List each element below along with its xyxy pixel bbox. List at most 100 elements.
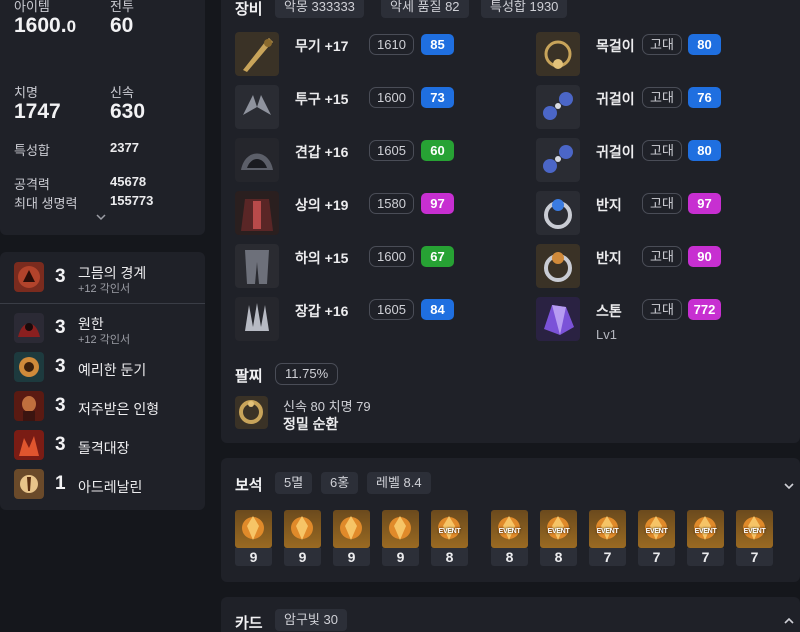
gem-icon: EVENT <box>540 510 577 548</box>
equipment-shoulder[interactable]: 견갑 +16 1605 60 <box>235 138 495 184</box>
character-profile: 아이템 1600.0 전투 60 치명 1747 신속 630 특성합 2377… <box>0 0 800 632</box>
engraving-item[interactable]: 3 예리한 둔기 <box>14 352 199 384</box>
engraving-level: 3 <box>55 356 66 377</box>
engraving-item[interactable]: 3 저주받은 인형 <box>14 391 199 423</box>
gem-level: 7 <box>736 548 773 566</box>
set-chip: 악몽 333333 <box>275 0 364 18</box>
necklace-icon <box>536 32 580 76</box>
engraving-item[interactable]: 3 원한 +12 각인서 <box>14 313 199 346</box>
quality-badge: 73 <box>421 87 454 108</box>
equipment-name: 스톤 <box>596 303 622 319</box>
equipment-gloves[interactable]: 장갑 +16 1605 84 <box>235 297 495 343</box>
equipment-weapon[interactable]: 무기 +17 1610 85 <box>235 32 495 78</box>
engraving-item[interactable]: 3 돌격대장 <box>14 430 199 462</box>
gems-title: 보석 <box>235 477 263 494</box>
gem-level-chip: 레벨 8.4 <box>367 472 431 494</box>
gem-item[interactable]: 9 <box>284 510 321 566</box>
equipment-grade: 고대 <box>642 34 682 55</box>
quality-badge: 97 <box>421 193 454 214</box>
cursed-doll-icon <box>14 391 44 421</box>
equipment-pants[interactable]: 하의 +15 1600 67 <box>235 244 495 290</box>
gem-event-label: EVENT <box>438 528 461 535</box>
gem-icon: EVENT <box>638 510 675 548</box>
keen-blunt-icon <box>14 352 44 382</box>
equipment-necklace[interactable]: 목걸이 고대 80 <box>536 32 796 78</box>
equipment-ring[interactable]: 반지 고대 97 <box>536 191 796 237</box>
gem-level: 7 <box>638 548 675 566</box>
gem-level: 8 <box>491 548 528 566</box>
engraving-item[interactable]: 1 아드레날린 <box>14 469 199 501</box>
gems-panel: 보석 5멸 6홍 레벨 8.4 9 9 9 9 EVENT 8 EVENT 8 EVENT 8 EV… <box>221 458 800 582</box>
equipment-name: 견갑 +16 <box>295 144 349 160</box>
gem-event-label: EVENT <box>596 528 619 535</box>
bracelet-icon <box>235 396 268 429</box>
equipment-ring[interactable]: 반지 고대 90 <box>536 244 796 290</box>
swift-label: 신속 <box>110 85 134 100</box>
equipment-stone[interactable]: 스톤 고대 772 Lv1 <box>536 297 796 343</box>
max-hp-value: 155773 <box>110 193 154 208</box>
gem-event-label: EVENT <box>498 528 521 535</box>
equipment-grade: 고대 <box>642 193 682 214</box>
gem-item[interactable]: EVENT 7 <box>638 510 675 566</box>
equipment-grade: 고대 <box>642 299 682 320</box>
gem-level: 7 <box>589 548 626 566</box>
attack-label: 공격력 <box>14 177 50 192</box>
gem-item[interactable]: EVENT 7 <box>589 510 626 566</box>
engravings-panel: 3 그믐의 경계 +12 각인서 3 원한 +12 각인서 3 예리한 둔기 3… <box>0 252 205 510</box>
gem-icon <box>333 510 370 548</box>
cards-collapse-chevron-icon[interactable] <box>783 615 795 627</box>
crit-label: 치명 <box>14 85 38 100</box>
equipment-name: 장갑 +16 <box>295 303 349 319</box>
gem-item[interactable]: 9 <box>333 510 370 566</box>
gem-event-label: EVENT <box>694 528 717 535</box>
engraving-book: +12 각인서 <box>78 334 131 346</box>
bracelet-title: 팔찌 <box>235 368 263 385</box>
weapon-icon <box>235 32 279 76</box>
gem-icon <box>235 510 272 548</box>
item-level-int: 1600. <box>14 14 67 37</box>
gem-item[interactable]: 9 <box>382 510 419 566</box>
gem-item[interactable]: EVENT 7 <box>736 510 773 566</box>
gem-event-label: EVENT <box>645 528 668 535</box>
equipment-earring[interactable]: 귀걸이 고대 76 <box>536 85 796 131</box>
item-level-value: 1600.0 <box>14 14 76 38</box>
gem-icon <box>382 510 419 548</box>
gem-level: 8 <box>431 548 468 566</box>
stat-sum-value: 2377 <box>110 140 139 155</box>
earring-icon <box>536 85 580 129</box>
equipment-chest[interactable]: 상의 +19 1580 97 <box>235 191 495 237</box>
gem-item[interactable]: EVENT 7 <box>687 510 724 566</box>
equipment-grade: 고대 <box>642 140 682 161</box>
item-level-dec: 0 <box>66 17 77 36</box>
equipment-item-level: 1610 <box>369 34 414 55</box>
stat-sum-label: 특성합 <box>14 143 50 158</box>
gem-item[interactable]: EVENT 8 <box>431 510 468 566</box>
equipment-helmet[interactable]: 투구 +15 1600 73 <box>235 85 495 131</box>
engraving-level: 3 <box>55 266 66 287</box>
engraving-item[interactable]: 3 그믐의 경계 +12 각인서 <box>14 262 199 295</box>
equipment-earring[interactable]: 귀걸이 고대 80 <box>536 138 796 184</box>
max-hp-label: 최대 생명력 <box>14 196 78 211</box>
gem-item[interactable]: EVENT 8 <box>540 510 577 566</box>
gem-icon <box>284 510 321 548</box>
raid-captain-icon <box>14 430 44 460</box>
quality-badge: 76 <box>688 87 721 108</box>
gem-item[interactable]: EVENT 8 <box>491 510 528 566</box>
equipment-item-level: 1605 <box>369 299 414 320</box>
stats-panel: 아이템 1600.0 전투 60 치명 1747 신속 630 특성합 2377… <box>0 0 205 235</box>
helmet-icon <box>235 85 279 129</box>
gem-icon: EVENT <box>431 510 468 548</box>
equipment-name: 목걸이 <box>596 38 635 54</box>
engraving-name: 예리한 둔기 <box>78 362 147 378</box>
expand-chevron-icon[interactable] <box>96 212 106 222</box>
gem-count-chip: 5멸 <box>275 472 313 494</box>
equipment-name: 무기 +17 <box>295 38 349 54</box>
bracelet-percent-chip: 11.75% <box>275 363 339 385</box>
engraving-name: 아드레날린 <box>78 479 143 495</box>
stat-sum-chip: 특성합 1930 <box>481 0 568 18</box>
cards-panel: 카드 암구빛 30 <box>221 597 800 632</box>
gems-expand-chevron-icon[interactable] <box>783 480 795 492</box>
gem-item[interactable]: 9 <box>235 510 272 566</box>
equipment-item-level: 1600 <box>369 246 414 267</box>
gem-level: 9 <box>382 548 419 566</box>
